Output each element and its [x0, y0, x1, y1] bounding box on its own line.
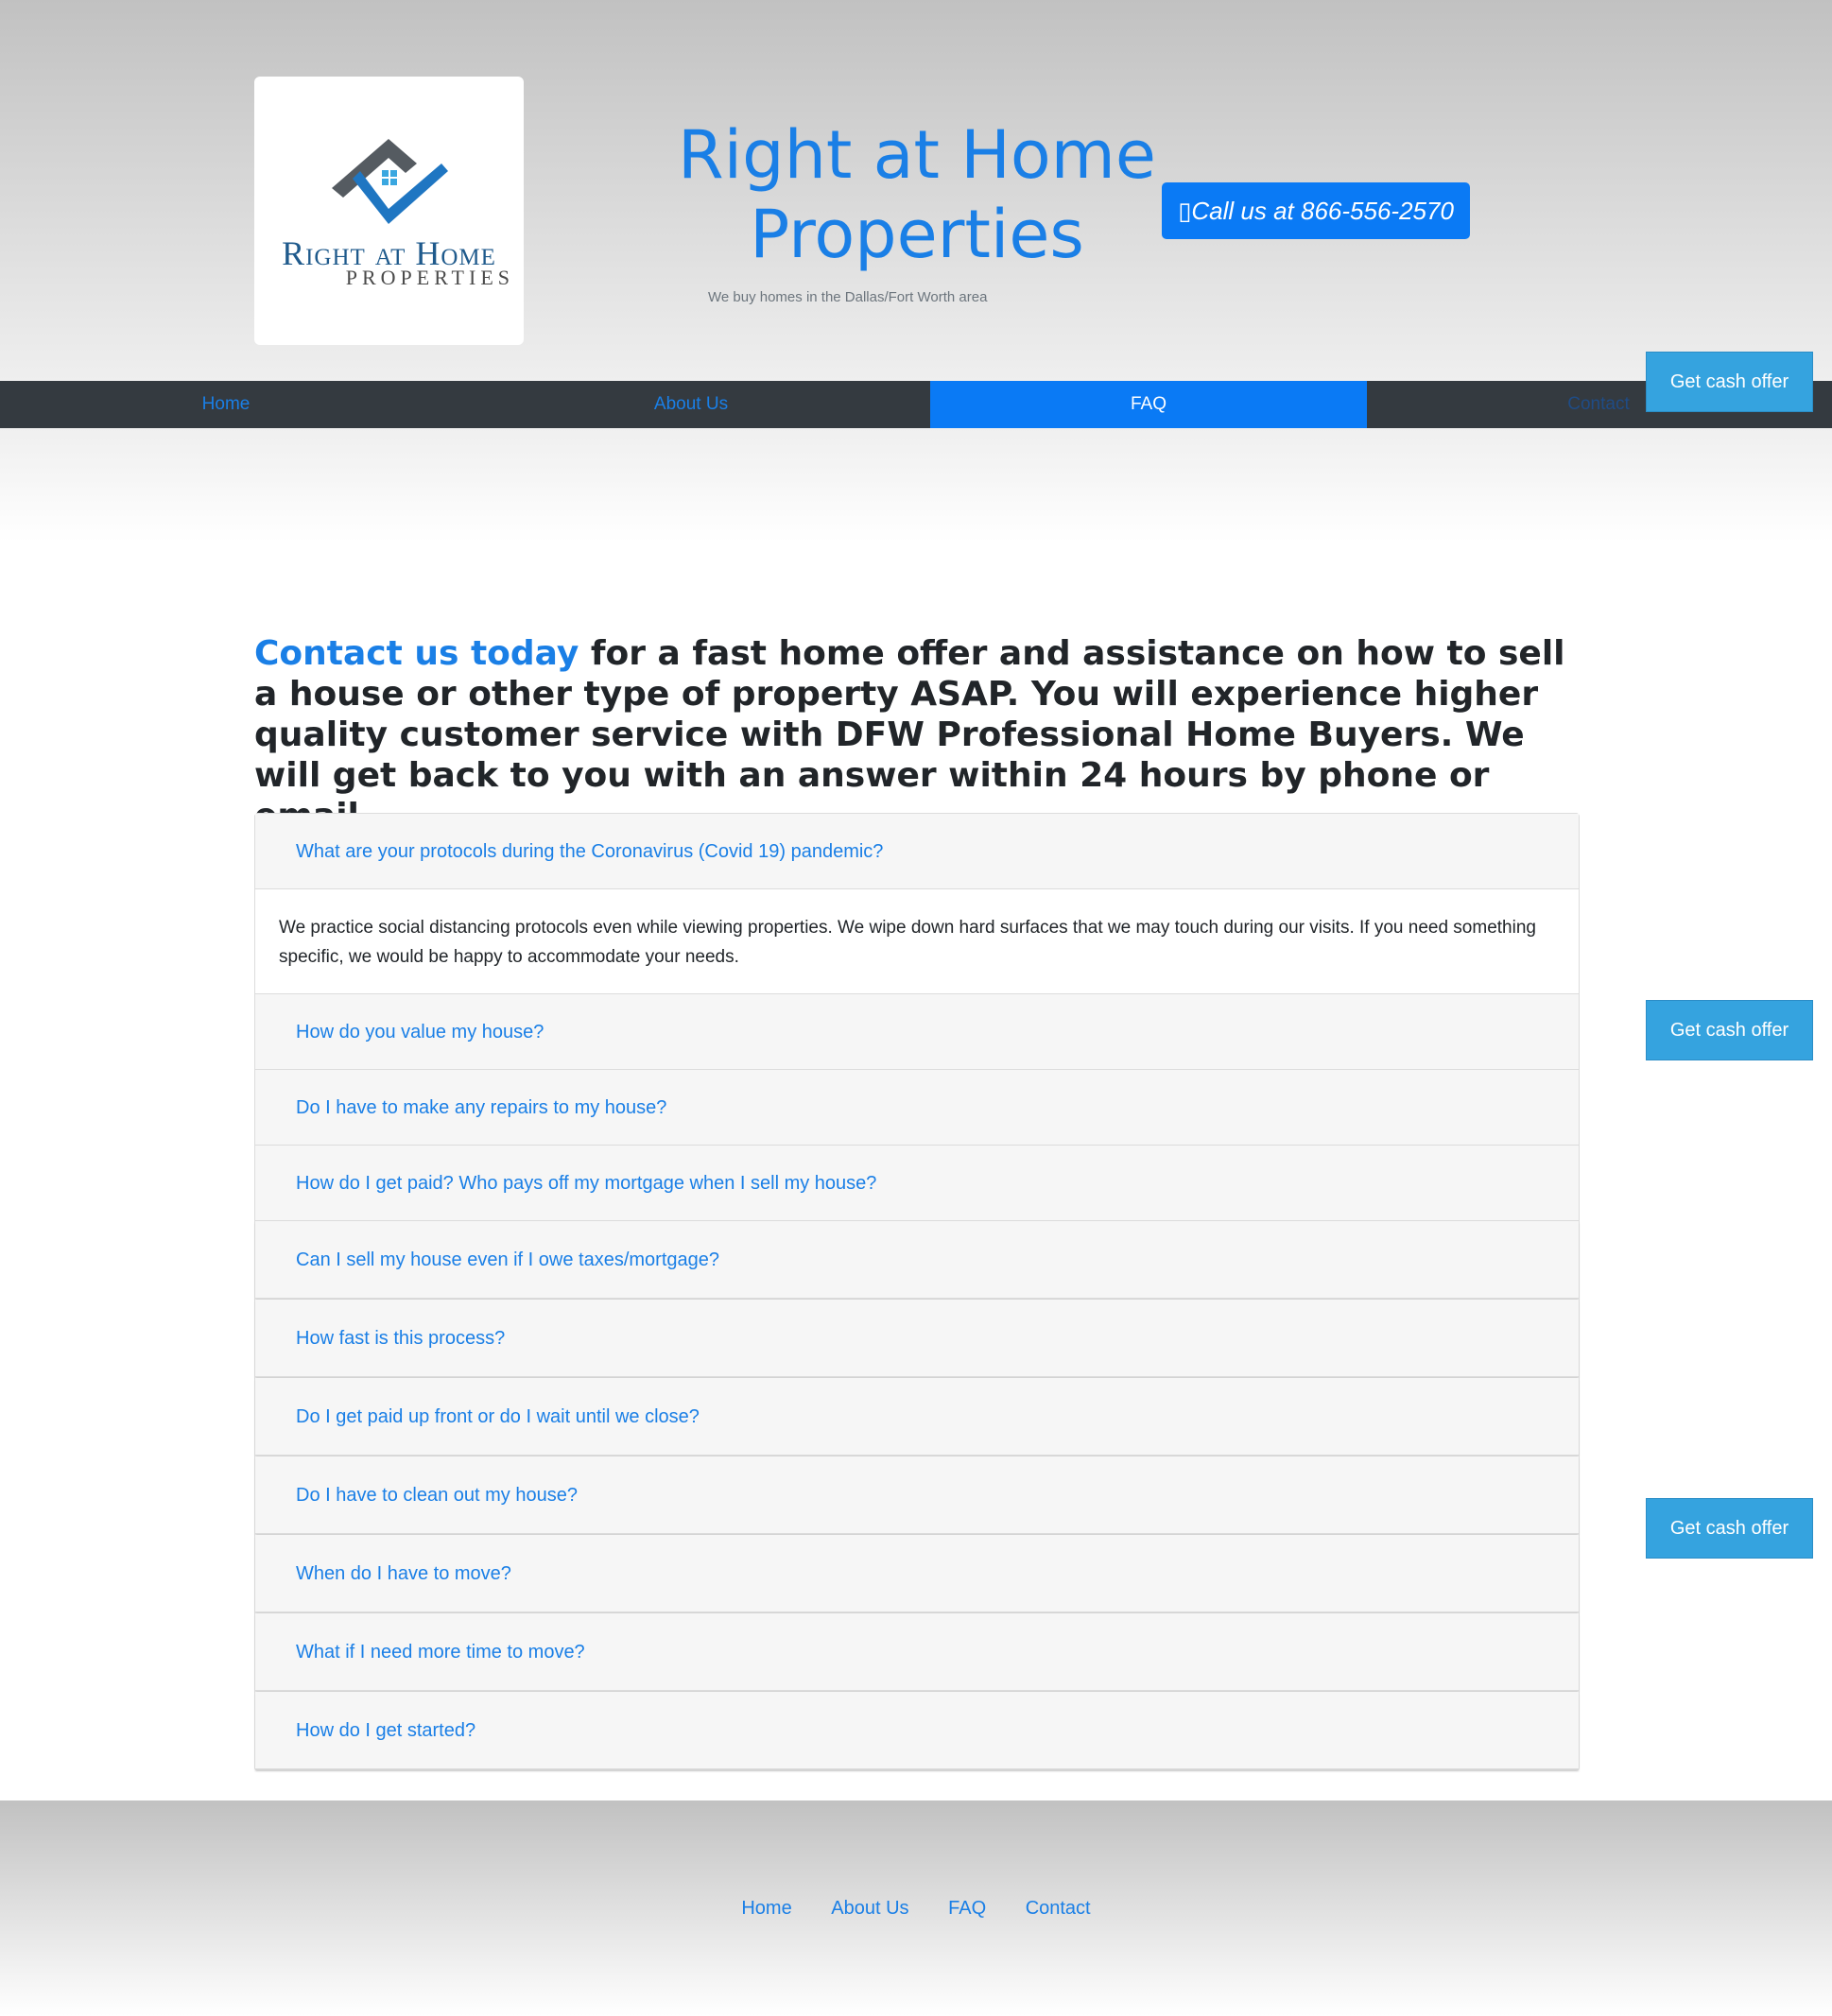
faq-question[interactable]: How do you value my house?	[255, 994, 1579, 1070]
site-tagline: We buy homes in the Dallas/Fort Worth ar…	[708, 289, 988, 305]
get-cash-offer-button[interactable]: Get cash offer	[1646, 1498, 1813, 1559]
faq-question[interactable]: Do I have to make any repairs to my hous…	[255, 1070, 1579, 1146]
faq-question[interactable]: What if I need more time to move?	[255, 1613, 1579, 1691]
intro-text: Contact us today for a fast home offer a…	[254, 633, 1578, 836]
faq-question[interactable]: What are your protocols during the Coron…	[255, 814, 1579, 889]
faq-question[interactable]: Do I have to clean out my house?	[255, 1456, 1579, 1534]
nav-faq[interactable]: FAQ	[930, 381, 1367, 428]
nav-about-us[interactable]: About Us	[480, 381, 902, 428]
faq-question[interactable]: How do I get started?	[255, 1692, 1579, 1769]
footer-link-contact[interactable]: Contact	[1026, 1898, 1091, 1919]
main-nav: Home About Us FAQ Contact	[0, 381, 1832, 428]
footer-link-about-us[interactable]: About Us	[831, 1898, 908, 1919]
logo[interactable]: Right at Home PROPERTIES	[254, 77, 524, 345]
faq-question[interactable]: Do I get paid up front or do I wait unti…	[255, 1378, 1579, 1456]
faq-question[interactable]: Can I sell my house even if I owe taxes/…	[255, 1221, 1579, 1299]
get-cash-offer-button[interactable]: Get cash offer	[1646, 352, 1813, 412]
footer-link-faq[interactable]: FAQ	[948, 1898, 986, 1919]
site-header: Right at Home PROPERTIES Right at Home P…	[0, 0, 1832, 381]
footer-link-home[interactable]: Home	[741, 1898, 791, 1919]
faq-question[interactable]: How do I get paid? Who pays off my mortg…	[255, 1146, 1579, 1221]
faq-accordion: What are your protocols during the Coron…	[254, 813, 1580, 1771]
get-cash-offer-button[interactable]: Get cash offer	[1646, 1000, 1813, 1060]
logo-subwordmark: PROPERTIES	[345, 266, 514, 289]
contact-us-link[interactable]: Contact us today	[254, 634, 579, 673]
faq-answer: We practice social distancing protocols …	[255, 889, 1579, 994]
faq-question[interactable]: How fast is this process?	[255, 1300, 1579, 1377]
header-fade	[0, 428, 1832, 542]
site-title: Right at Home Properties	[678, 116, 1156, 273]
site-footer: Home About Us FAQ Contact	[0, 1801, 1832, 2016]
faq-question[interactable]: When do I have to move?	[255, 1535, 1579, 1612]
nav-home[interactable]: Home	[0, 381, 452, 428]
house-logo-icon	[332, 139, 448, 224]
footer-nav: Home About Us FAQ Contact	[0, 1898, 1832, 1920]
call-us-button[interactable]: ▯Call us at 866-556-2570	[1162, 182, 1470, 239]
